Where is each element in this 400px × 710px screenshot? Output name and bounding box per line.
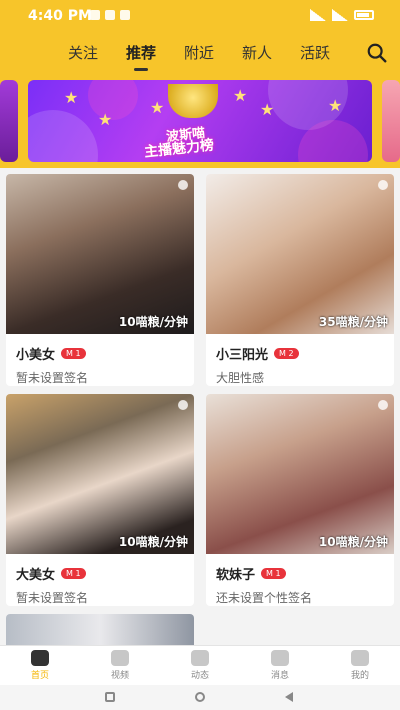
chat-icon <box>271 650 289 666</box>
host-name: 大美女 <box>16 568 56 583</box>
nav-profile[interactable]: 我的 <box>330 650 390 681</box>
nav-messages[interactable]: 消息 <box>250 650 310 681</box>
favorite-icon[interactable] <box>378 400 388 410</box>
app-icon <box>120 10 130 20</box>
nav-home[interactable]: 首页 <box>10 650 70 681</box>
banner-carousel: ★ ★ ★ ★ ★ ★ 波斯喵 主播魅力榜 <box>0 74 400 168</box>
nav-feed[interactable]: 动态 <box>170 650 230 681</box>
nav-home-label: 首页 <box>30 671 49 681</box>
notification-icons <box>90 10 130 20</box>
host-photo: 10喵粮/分钟 <box>206 394 394 554</box>
favorite-icon[interactable] <box>378 180 388 190</box>
battery-icon <box>354 10 374 20</box>
tab-new[interactable]: 新人 <box>242 42 272 63</box>
price-label: 10喵粮/分钟 <box>118 315 188 329</box>
star-icon: ★ <box>260 100 275 119</box>
star-icon: ★ <box>98 110 113 129</box>
host-signature: 还未设置个性签名 <box>216 591 313 605</box>
top-nav: 关注 推荐 附近 新人 活跃 <box>0 32 400 74</box>
star-icon: ★ <box>64 88 79 107</box>
level-badge: M 2 <box>274 348 299 359</box>
ranking-banner[interactable]: ★ ★ ★ ★ ★ ★ 波斯喵 主播魅力榜 <box>28 80 372 162</box>
host-photo: 35喵粮/分钟 <box>206 174 394 334</box>
host-card[interactable]: 10喵粮/分钟 软妹子 M 1 还未设置个性签名 <box>206 394 394 606</box>
back-icon[interactable] <box>285 692 293 702</box>
video-icon <box>111 650 129 666</box>
price-label: 35喵粮/分钟 <box>318 315 388 329</box>
home-icon <box>31 650 49 666</box>
favorite-icon[interactable] <box>178 400 188 410</box>
status-bar: 4:40 PM <box>0 0 400 32</box>
banner-next-peek[interactable] <box>382 80 400 162</box>
favorite-icon[interactable] <box>178 180 188 190</box>
host-card[interactable]: 10喵粮/分钟 小美女 M 1 暂未设置签名 <box>6 174 194 386</box>
host-grid: 10喵粮/分钟 小美女 M 1 暂未设置签名 35喵粮/分钟 小三阳光 M 2 … <box>0 168 400 645</box>
host-card[interactable]: 10喵粮/分钟 大美女 M 1 暂未设置签名 <box>6 394 194 606</box>
host-photo: 10喵粮/分钟 <box>6 174 194 334</box>
star-icon: ★ <box>328 96 343 115</box>
host-name: 小三阳光 <box>216 348 269 363</box>
tab-follow[interactable]: 关注 <box>68 42 98 63</box>
system-nav-bar <box>0 685 400 710</box>
star-icon: ★ <box>233 86 248 105</box>
host-signature: 暂未设置签名 <box>16 371 89 385</box>
signal-icon-2 <box>332 9 348 21</box>
trophy-icon <box>168 84 218 118</box>
host-photo: 10喵粮/分钟 <box>6 394 194 554</box>
host-card[interactable]: 35喵粮/分钟 小三阳光 M 2 大胆性感 <box>206 174 394 386</box>
notification-icon <box>90 10 100 20</box>
tab-recommend[interactable]: 推荐 <box>126 42 156 71</box>
bottom-nav: 首页 视频 动态 消息 我的 <box>0 645 400 685</box>
level-badge: M 1 <box>61 568 86 579</box>
nav-video-label: 视频 <box>110 671 129 681</box>
system-indicators <box>310 9 374 21</box>
banner-title: 主播魅力榜 <box>143 137 215 161</box>
mail-icon <box>105 10 115 20</box>
banner-prev-peek[interactable] <box>0 80 18 162</box>
recents-icon[interactable] <box>105 692 115 702</box>
host-card[interactable] <box>6 614 194 645</box>
level-badge: M 1 <box>61 348 86 359</box>
nav-video[interactable]: 视频 <box>90 650 150 681</box>
home-button-icon[interactable] <box>195 692 205 702</box>
host-signature: 暂未设置签名 <box>16 591 89 605</box>
nav-messages-label: 消息 <box>270 671 289 681</box>
signal-icon <box>310 9 326 21</box>
tab-nearby[interactable]: 附近 <box>184 42 214 63</box>
star-feed-icon <box>191 650 209 666</box>
level-badge: M 1 <box>261 568 286 579</box>
host-name: 软妹子 <box>216 568 256 583</box>
price-label: 10喵粮/分钟 <box>118 535 188 549</box>
nav-feed-label: 动态 <box>190 671 209 681</box>
search-icon[interactable] <box>366 42 388 64</box>
tab-active[interactable]: 活跃 <box>300 42 330 63</box>
price-label: 10喵粮/分钟 <box>318 535 388 549</box>
nav-profile-label: 我的 <box>350 671 369 681</box>
profile-icon <box>351 650 369 666</box>
host-signature: 大胆性感 <box>216 371 265 385</box>
status-time: 4:40 PM <box>28 8 92 24</box>
host-photo <box>6 614 194 645</box>
star-icon: ★ <box>150 98 165 117</box>
host-name: 小美女 <box>16 348 56 363</box>
